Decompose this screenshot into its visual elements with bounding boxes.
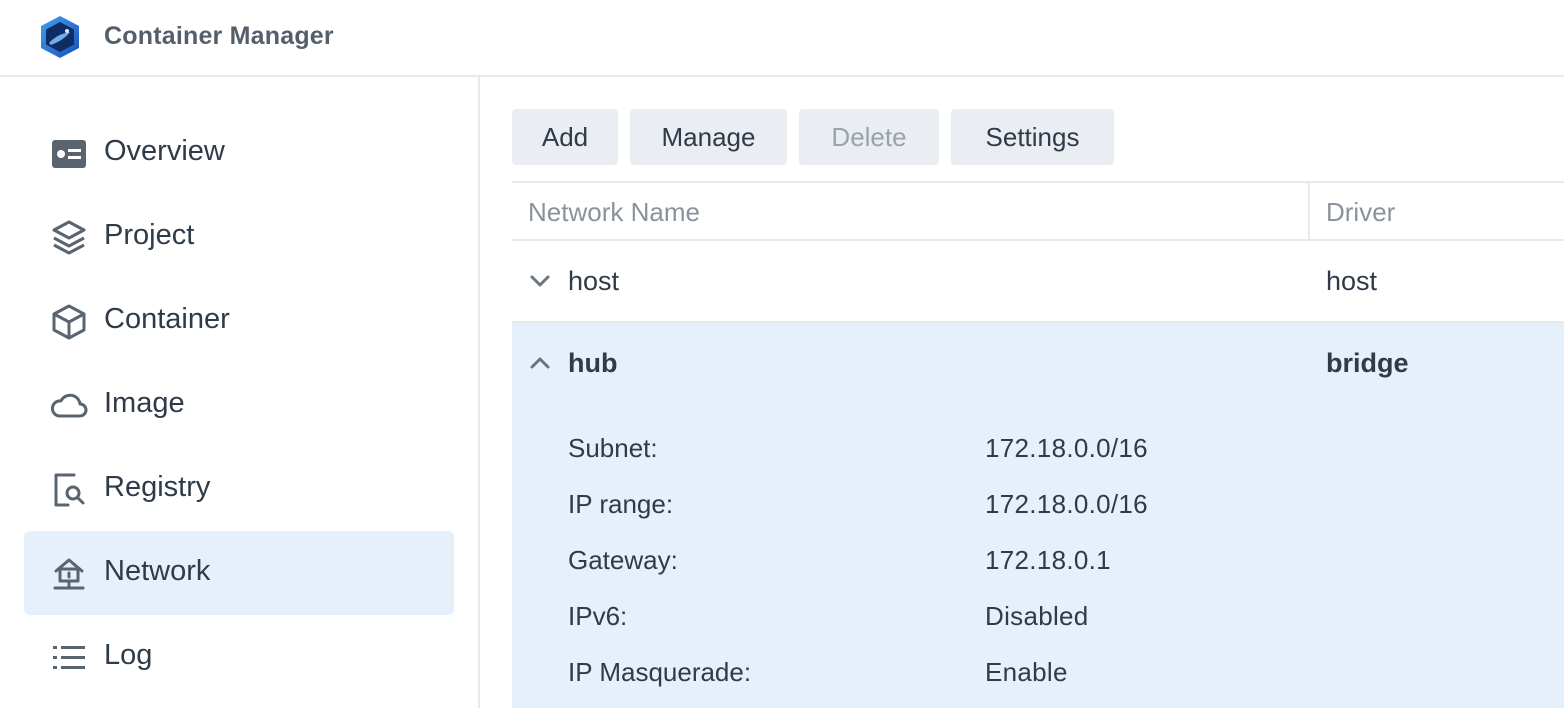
detail-value-subnet: 172.18.0.0/16 bbox=[985, 433, 1148, 463]
title-bar: Container Manager bbox=[0, 0, 1564, 77]
detail-label-subnet: Subnet: bbox=[568, 433, 658, 463]
detail-value-ip-masquerade: Enable bbox=[985, 657, 1068, 687]
chevron-down-icon[interactable] bbox=[528, 269, 552, 293]
detail-label-ipv6: IPv6: bbox=[568, 601, 628, 631]
chevron-up-icon[interactable] bbox=[528, 351, 552, 375]
detail-label-gateway: Gateway: bbox=[568, 545, 678, 575]
sidebar-item-label: Project bbox=[104, 219, 195, 251]
sidebar: Overview Project Container Image Registr… bbox=[0, 77, 480, 708]
cloud-icon bbox=[50, 393, 88, 418]
network-name-cell: host bbox=[568, 266, 620, 296]
table-header: Network Name Driver bbox=[512, 183, 1564, 241]
sidebar-item-project[interactable]: Project bbox=[24, 195, 454, 279]
table-row-expanded[interactable]: hub bridge Subnet: 172.18.0.0/16 IP rang… bbox=[512, 323, 1564, 708]
sidebar-item-overview[interactable]: Overview bbox=[24, 111, 454, 195]
app-title: Container Manager bbox=[104, 22, 334, 50]
main-content: Add Manage Delete Settings Network Name … bbox=[480, 77, 1564, 708]
registry-search-icon bbox=[54, 473, 85, 507]
sidebar-item-log[interactable]: Log bbox=[24, 615, 454, 699]
network-icon bbox=[53, 558, 85, 590]
layers-icon bbox=[52, 220, 86, 255]
sidebar-item-registry[interactable]: Registry bbox=[24, 447, 454, 531]
detail-label-ip-masquerade: IP Masquerade: bbox=[568, 657, 752, 687]
overview-icon bbox=[52, 140, 86, 168]
manage-button[interactable]: Manage bbox=[630, 109, 787, 165]
network-name-cell: hub bbox=[568, 348, 618, 378]
settings-button[interactable]: Settings bbox=[951, 109, 1114, 165]
column-header-network-name[interactable]: Network Name bbox=[528, 197, 700, 228]
sidebar-item-container[interactable]: Container bbox=[24, 279, 454, 363]
sidebar-item-label: Registry bbox=[104, 471, 211, 503]
list-icon bbox=[53, 646, 85, 669]
detail-value-gateway: 172.18.0.1 bbox=[985, 545, 1111, 575]
sidebar-item-label: Image bbox=[104, 387, 185, 419]
delete-button[interactable]: Delete bbox=[799, 109, 939, 165]
detail-value-ipv6: Disabled bbox=[985, 601, 1089, 631]
sidebar-item-label: Overview bbox=[104, 135, 225, 167]
sidebar-item-label: Network bbox=[104, 555, 211, 587]
driver-cell: host bbox=[1326, 266, 1378, 296]
detail-value-ip-range: 172.18.0.0/16 bbox=[985, 489, 1148, 519]
column-resize-handle[interactable] bbox=[1308, 183, 1310, 239]
sidebar-item-label: Container bbox=[104, 303, 230, 335]
column-header-driver[interactable]: Driver bbox=[1326, 197, 1395, 228]
sidebar-item-label: Log bbox=[104, 639, 153, 671]
driver-cell: bridge bbox=[1326, 348, 1409, 378]
add-button[interactable]: Add bbox=[512, 109, 618, 165]
sidebar-item-image[interactable]: Image bbox=[24, 363, 454, 447]
sidebar-item-network[interactable]: Network bbox=[24, 531, 454, 615]
detail-label-ip-range: IP range: bbox=[568, 489, 674, 519]
container-manager-logo-icon bbox=[41, 16, 79, 58]
cube-icon bbox=[52, 304, 86, 340]
table-row[interactable]: host host bbox=[512, 241, 1564, 323]
